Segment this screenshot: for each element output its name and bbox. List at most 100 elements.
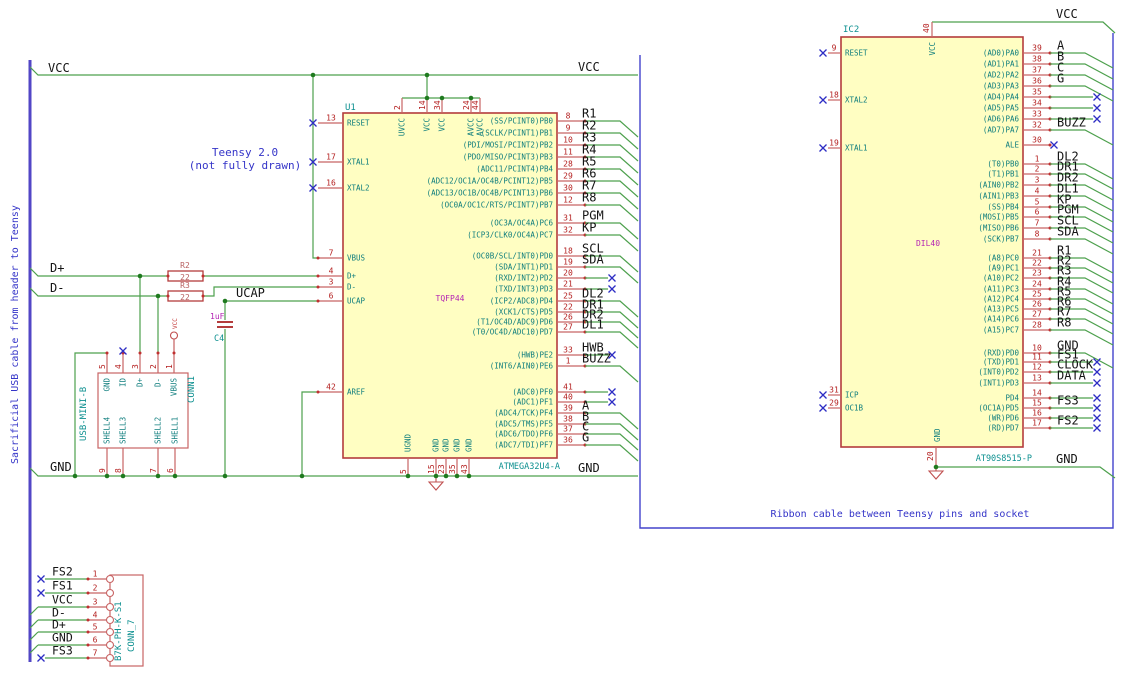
junction-dot	[439, 95, 445, 101]
pin-dot	[166, 274, 170, 278]
junction-dot	[222, 473, 228, 479]
wire	[585, 365, 639, 383]
no-connect-icon	[1093, 104, 1101, 112]
pin-name: (SDA/INT1)PD1	[494, 263, 553, 272]
junction-dot	[433, 473, 439, 479]
pin-dot	[172, 351, 176, 355]
pin-number: 23	[437, 464, 446, 474]
pin-dot	[316, 390, 320, 394]
u1-value: ATMEGA32U4-A	[499, 462, 560, 472]
wire	[1050, 85, 1114, 102]
c4-body[interactable]	[217, 321, 233, 328]
pin-name: OC1B	[845, 404, 864, 413]
pin-name: (ADC1)PF1	[512, 398, 553, 407]
pin-number: 21	[1032, 249, 1042, 258]
pin-name: AREF	[347, 388, 366, 397]
ic2-value: AT90S8515-P	[976, 454, 1032, 464]
pin-name: SHELL4	[103, 416, 112, 444]
wire	[585, 412, 639, 430]
pin-name: (ADC13/OC1B/OC4B/PCINT13)PB6	[427, 189, 554, 198]
pin-circle	[105, 602, 115, 612]
no-connect-icon	[608, 285, 616, 293]
net-label-vcc[interactable]: VCC	[48, 61, 70, 75]
note-teensy-line1: Teensy 2.0	[212, 146, 278, 159]
pin-name: (AD7)PA7	[983, 126, 1019, 135]
pin-name: RESET	[347, 119, 370, 128]
pin-number: 18	[563, 247, 573, 256]
pin-dot	[86, 656, 90, 660]
pin-number: 9	[98, 468, 107, 473]
pin-name: XTAL1	[845, 144, 868, 153]
net-label-vcc[interactable]: VCC	[1056, 7, 1078, 21]
pin-dot	[316, 274, 320, 278]
pin-number: 11	[1032, 353, 1042, 362]
pin-name: (ADC4/TCK)PF4	[494, 409, 553, 418]
net-label-dplus[interactable]: D+	[50, 261, 64, 275]
pin-name: ALE	[1005, 141, 1019, 150]
usb-ref: CONN1	[187, 376, 197, 403]
net-label: GND	[52, 631, 73, 645]
pin-number: 44	[471, 100, 480, 110]
wire	[585, 444, 639, 462]
net-label: D+	[52, 618, 66, 632]
pin-name: (ADC12/OC1A/OC4B/PCINT12)PB5	[427, 177, 553, 186]
pin-name: (A11)PC3	[983, 285, 1019, 294]
pin-name: RESET	[845, 49, 868, 58]
pin-number: 40	[563, 393, 573, 402]
pin-name: (TXD/INT3)PD3	[494, 285, 553, 294]
pin-number: 6	[1035, 208, 1040, 217]
pin-number: 3	[329, 278, 334, 287]
ic2-footprint: DIL40	[916, 239, 940, 248]
pin-name: VBUS	[347, 254, 366, 263]
pin-number: 13	[326, 114, 336, 123]
pin-name: (SCK)PB7	[983, 235, 1019, 244]
junction-dot	[72, 473, 78, 479]
pin-number: 10	[1032, 344, 1042, 353]
pin-number: 28	[563, 160, 573, 169]
no-connect-icon	[819, 96, 827, 104]
pin-number: 8	[114, 468, 123, 473]
pin-name: (OC0B/SCL/INT0)PD0	[472, 252, 554, 261]
no-connect-icon	[1050, 141, 1058, 149]
pin-dot	[1048, 143, 1052, 147]
no-connect-icon	[37, 575, 45, 583]
no-connect-icon	[819, 404, 827, 412]
junction-dot	[443, 473, 449, 479]
pin-number: 1	[93, 570, 98, 579]
pin-name: (ADC7/TDI)PF7	[494, 441, 553, 450]
pin-number: 25	[563, 292, 573, 301]
net-label: R8	[582, 191, 596, 205]
pin-name: PD4	[1005, 394, 1019, 403]
pin-number: 39	[563, 404, 573, 413]
pin-number: 5	[93, 623, 98, 632]
net-label-ucap[interactable]: UCAP	[236, 286, 265, 300]
pin-number: 7	[149, 468, 158, 473]
pin-number: 4	[1035, 187, 1040, 196]
pin-dot	[166, 294, 170, 298]
net-label-gnd[interactable]: GND	[1056, 452, 1078, 466]
pin-name: GND	[453, 438, 462, 452]
pin-number: 19	[563, 258, 573, 267]
pin-circle	[105, 653, 115, 663]
pin-name: GND	[432, 438, 441, 452]
net-label-dminus[interactable]: D-	[50, 281, 64, 295]
pin-number: 32	[563, 226, 573, 235]
pin-number: 34	[433, 100, 442, 110]
pin-name: UCAP	[347, 297, 366, 306]
pin-circle	[105, 588, 115, 598]
junction-dot	[299, 473, 305, 479]
pin-name: GND	[933, 428, 942, 442]
pin-number: 27	[563, 323, 573, 332]
pin-number: 14	[1032, 389, 1042, 398]
pin-number: 22	[1032, 259, 1042, 268]
usb-value: USB-MINI-B	[79, 387, 89, 441]
net-label: DATA	[1057, 369, 1087, 383]
net-label-gnd[interactable]: GND	[50, 460, 72, 474]
pin-name: (A12)PC4	[983, 295, 1020, 304]
pin-dot	[86, 630, 90, 634]
net-label-gnd[interactable]: GND	[578, 461, 600, 475]
net-label: BUZZ	[582, 352, 611, 366]
pin-name: (AIN0)PB2	[978, 181, 1019, 190]
net-label: DL1	[582, 318, 604, 332]
net-label-vcc[interactable]: VCC	[578, 60, 600, 74]
